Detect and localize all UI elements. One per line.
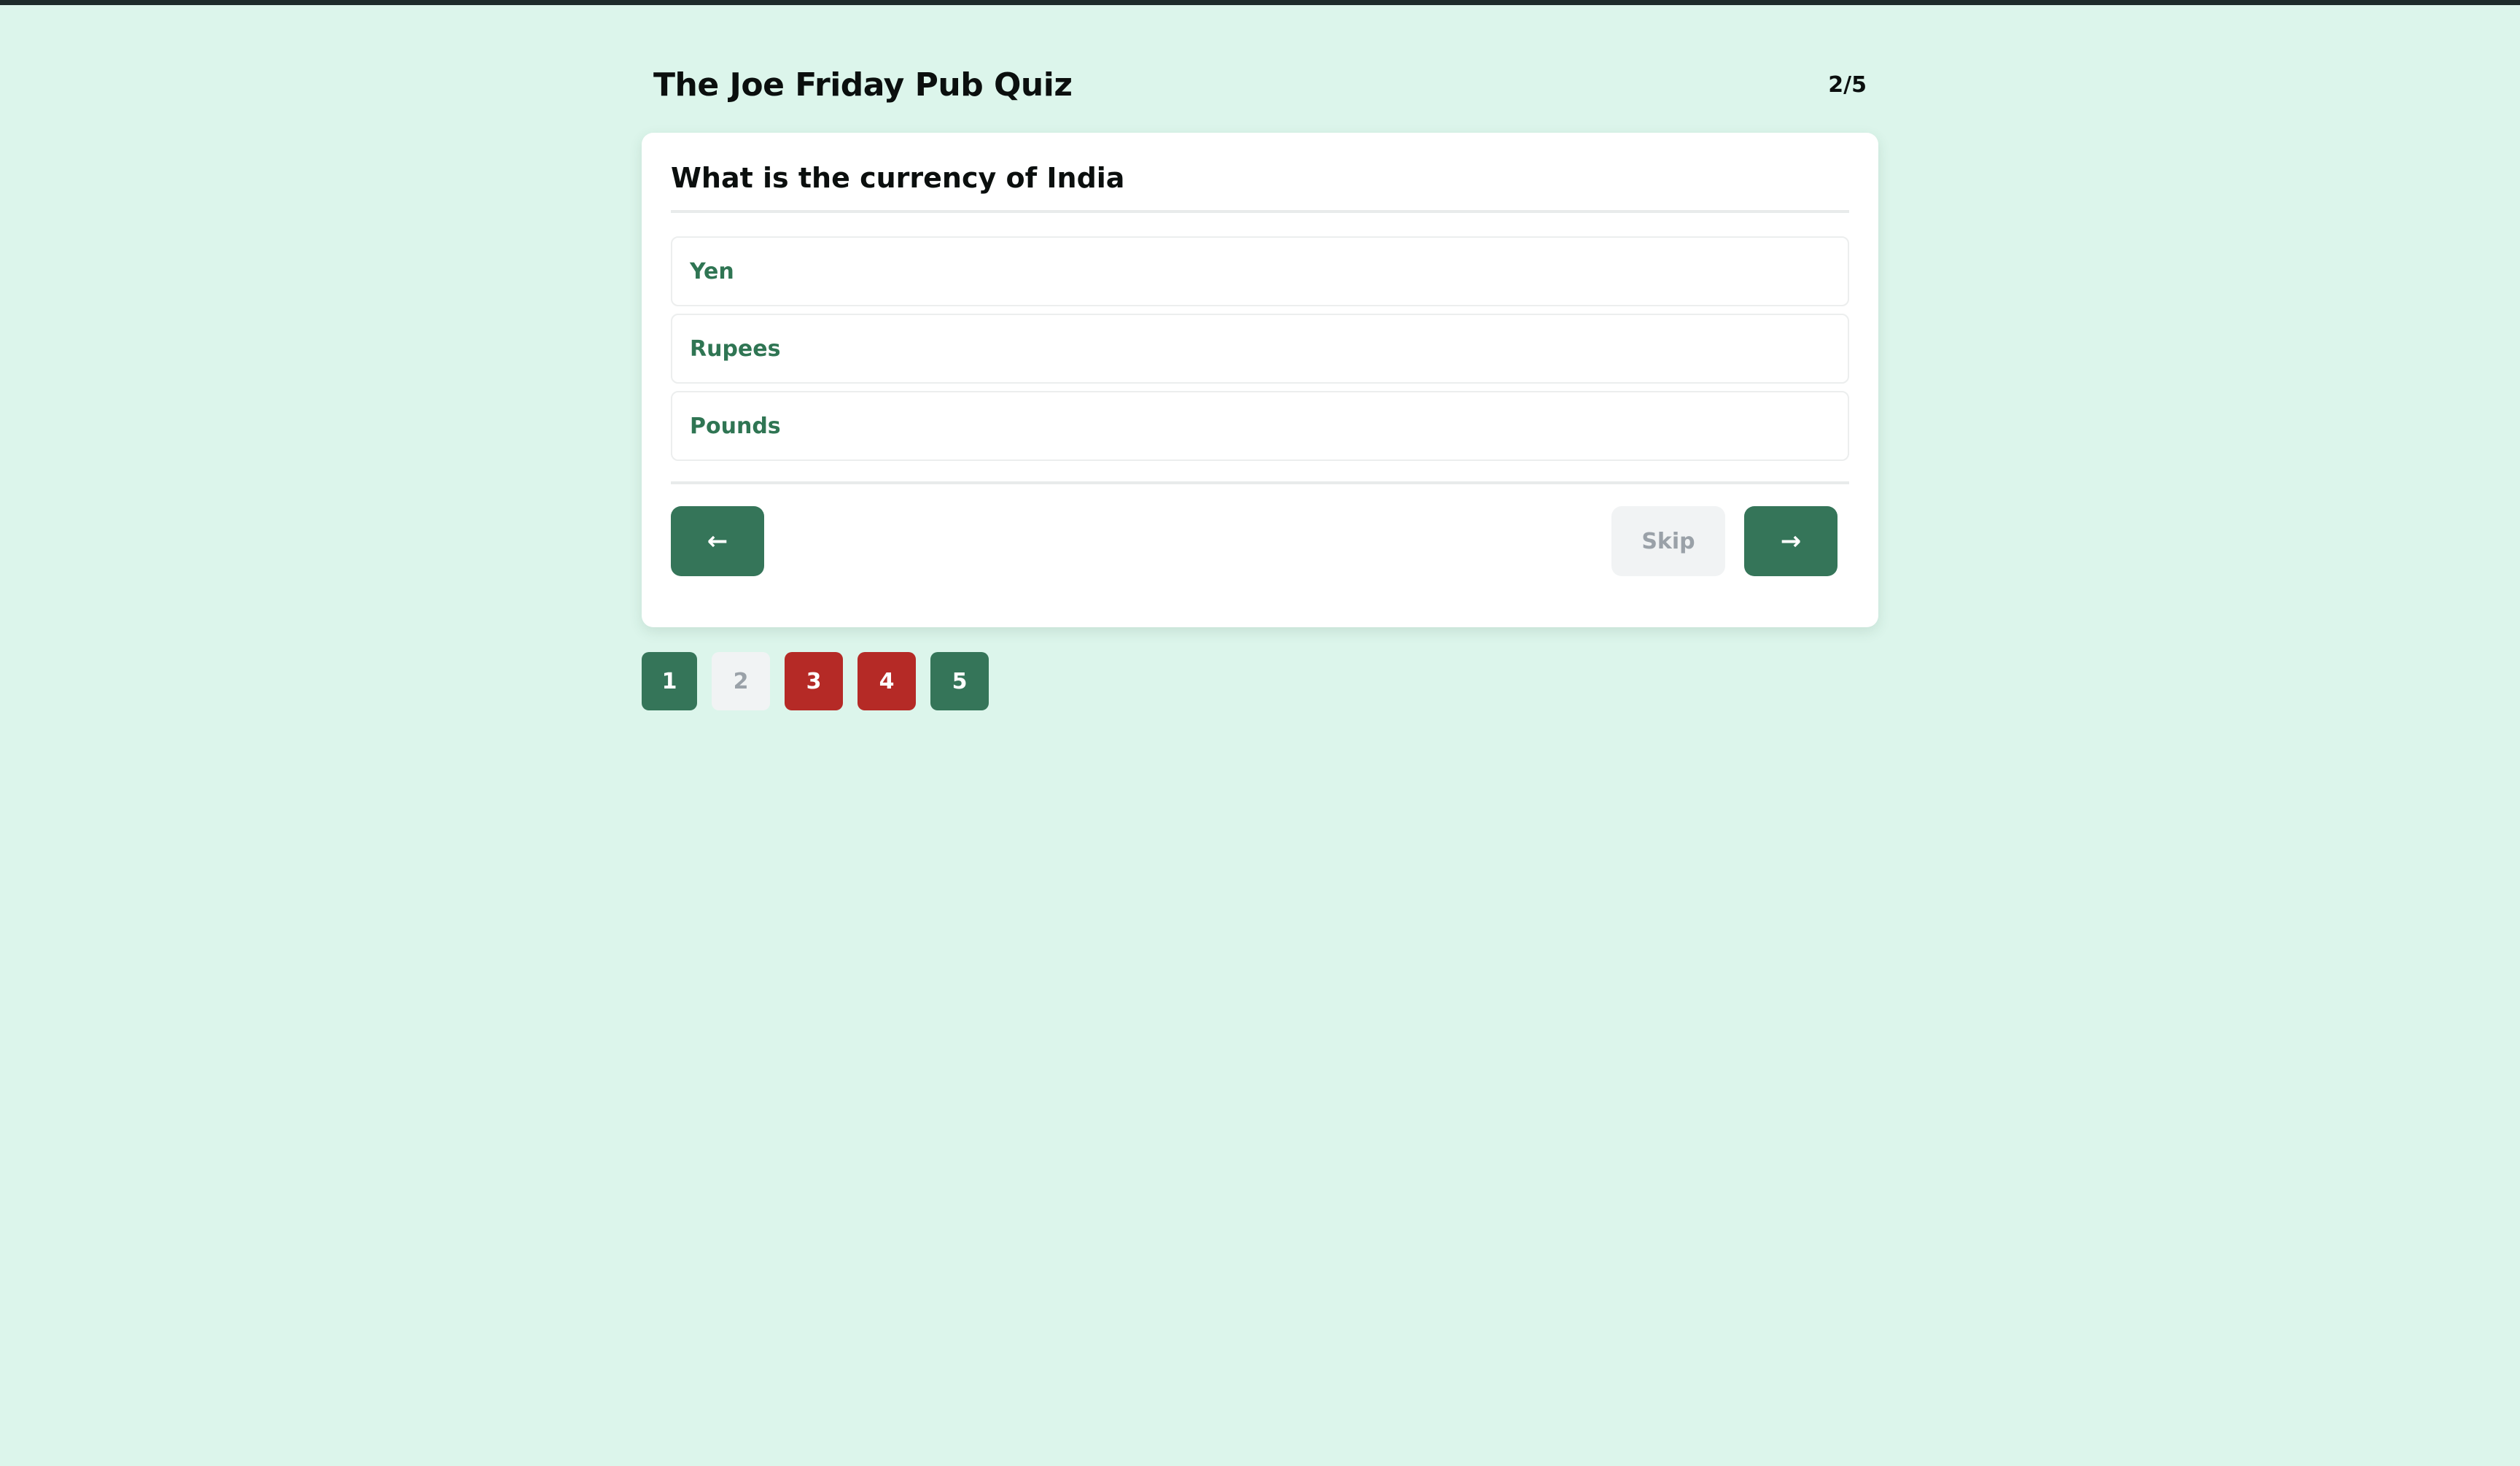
page-button-4[interactable]: 4 xyxy=(858,652,916,710)
question-text: What is the currency of India xyxy=(671,162,1849,213)
question-card: What is the currency of India Yen Rupees… xyxy=(642,133,1878,627)
answer-option-label: Pounds xyxy=(690,413,781,439)
page-button-2[interactable]: 2 xyxy=(712,652,770,710)
page-button-5[interactable]: 5 xyxy=(930,652,989,710)
answer-option-label: Yen xyxy=(690,258,734,284)
quiz-title: The Joe Friday Pub Quiz xyxy=(653,66,1073,104)
answer-option-pounds[interactable]: Pounds xyxy=(671,391,1849,461)
answer-option-rupees[interactable]: Rupees xyxy=(671,314,1849,384)
navigation-row: ← Skip → xyxy=(671,506,1849,576)
answer-option-yen[interactable]: Yen xyxy=(671,236,1849,306)
previous-button[interactable]: ← xyxy=(671,506,764,576)
quiz-header: The Joe Friday Pub Quiz 2/5 xyxy=(642,58,1878,111)
question-progress: 2/5 xyxy=(1828,71,1867,98)
skip-button[interactable]: Skip xyxy=(1611,506,1725,576)
arrow-right-icon: → xyxy=(1780,527,1802,556)
answer-option-label: Rupees xyxy=(690,336,781,362)
next-button[interactable]: → xyxy=(1744,506,1838,576)
window-top-bar xyxy=(0,0,2520,5)
page-button-1[interactable]: 1 xyxy=(642,652,697,710)
quiz-container: The Joe Friday Pub Quiz 2/5 What is the … xyxy=(642,58,1878,710)
page-button-3[interactable]: 3 xyxy=(785,652,843,710)
right-buttons: Skip → xyxy=(1611,506,1838,576)
question-pager: 1 2 3 4 5 xyxy=(642,652,1878,710)
arrow-left-icon: ← xyxy=(707,527,728,556)
card-divider xyxy=(671,481,1849,484)
